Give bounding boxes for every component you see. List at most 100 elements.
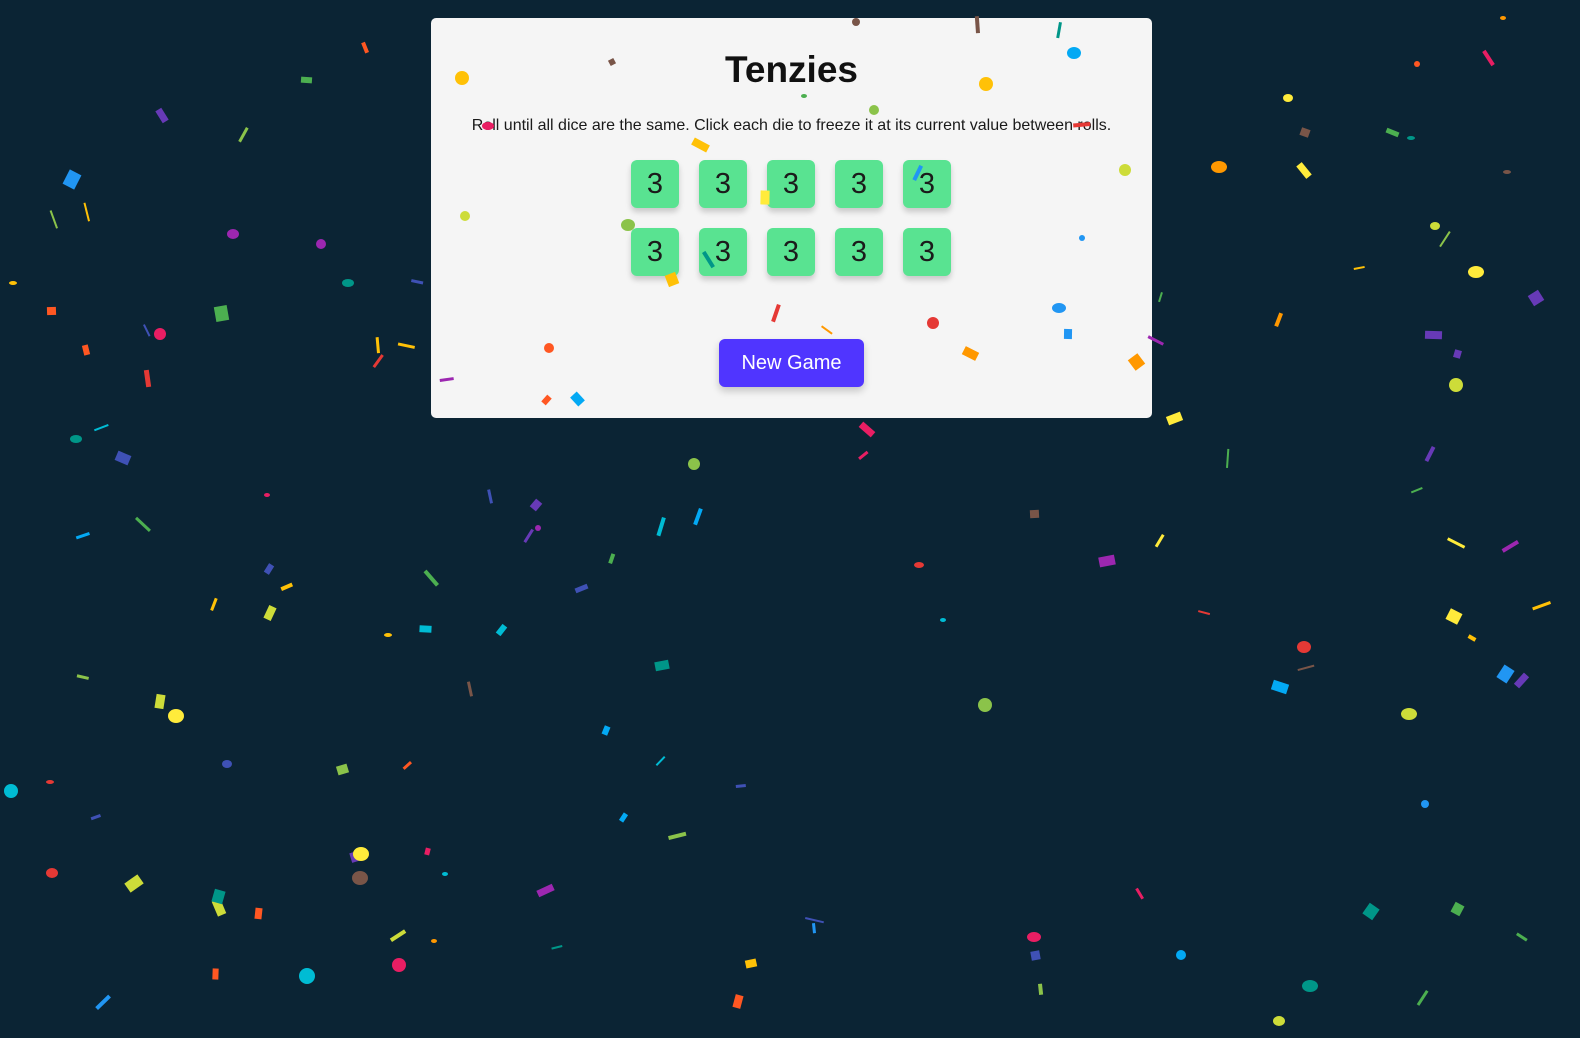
confetti-square [1098,554,1116,568]
confetti-streamer [1038,983,1044,995]
confetti-square [1299,127,1311,138]
confetti-square [654,659,670,672]
confetti-dot [1283,94,1293,102]
confetti-square [1453,349,1462,359]
confetti-streamer [210,597,218,611]
die-7[interactable]: 3 [699,228,747,276]
confetti-square [419,625,432,633]
confetti-square [349,850,363,863]
confetti-dot [1414,61,1420,67]
confetti-square [732,994,744,1009]
confetti-dot [1176,950,1186,960]
die-6[interactable]: 3 [631,228,679,276]
die-8[interactable]: 3 [767,228,815,276]
confetti-dot [154,328,166,340]
confetti-streamer [551,945,563,950]
confetti-square [263,604,277,622]
confetti-dot [1421,800,1429,808]
confetti-square [211,898,227,917]
confetti-square [1029,509,1040,519]
confetti-square [300,76,313,84]
die-1[interactable]: 3 [631,160,679,208]
confetti-square [1030,950,1041,961]
confetti-dot [431,939,437,943]
new-game-button[interactable]: New Game [719,339,864,387]
confetti-dot [70,435,82,443]
confetti-square [211,888,226,905]
die-9[interactable]: 3 [835,228,883,276]
confetti-square [536,883,555,898]
confetti-streamer [75,532,90,540]
confetti-dot [227,229,239,239]
confetti-square [212,968,219,980]
die-2[interactable]: 3 [699,160,747,208]
confetti-dot [1468,266,1484,278]
confetti-dot [1302,980,1318,992]
confetti-streamer [83,202,90,222]
confetti-square [1270,679,1290,695]
confetti-dot [384,633,392,637]
confetti-streamer [1135,887,1144,900]
confetti-square [1513,672,1530,689]
confetti-square [424,847,431,856]
confetti-dot [1027,932,1041,942]
confetti-square [46,306,57,316]
confetti-square [254,907,263,920]
confetti-streamer [858,450,869,460]
dice-grid: 3 3 3 3 3 3 3 3 3 3 [631,160,956,276]
confetti-dot [264,493,270,497]
tenzies-board: Tenzies Roll until all dice are the same… [431,18,1152,418]
confetti-streamer [1447,537,1466,549]
die-5[interactable]: 3 [903,160,951,208]
confetti-square [744,958,758,969]
confetti-dot [1273,1016,1285,1026]
confetti-streamer [93,424,109,432]
confetti-square [1467,634,1477,642]
confetti-dot [1211,161,1227,173]
confetti-streamer [735,783,746,789]
confetti-square [1445,608,1463,625]
confetti-streamer [523,528,534,543]
confetti-dot [353,847,369,861]
confetti-streamer [402,761,413,770]
confetti-square [155,107,169,124]
confetti-streamer [238,127,249,143]
confetti-dot [1407,136,1415,140]
confetti-streamer [143,324,151,337]
confetti-square [1496,664,1515,684]
confetti-square [1385,127,1400,138]
confetti-dot [1401,708,1417,720]
confetti-square [1362,902,1380,921]
die-3[interactable]: 3 [767,160,815,208]
confetti-streamer [135,516,151,532]
confetti-square [154,693,166,710]
confetti-dot [342,279,354,287]
confetti-square [1527,289,1545,307]
die-4[interactable]: 3 [835,160,883,208]
confetti-streamer [608,553,616,564]
confetti-square [263,563,275,575]
confetti-dot [1503,170,1511,174]
confetti-square [335,763,350,776]
confetti-streamer [805,917,824,924]
confetti-square [213,304,230,323]
confetti-streamer [95,994,111,1010]
confetti-dot [535,525,541,531]
confetti-streamer [76,674,90,680]
confetti-streamer [1501,540,1520,553]
confetti-streamer [90,814,102,821]
confetti-square [114,450,132,466]
die-10[interactable]: 3 [903,228,951,276]
confetti-streamer [466,681,473,697]
confetti-dot [688,458,700,470]
confetti-square [574,583,589,594]
game-instructions: Roll until all dice are the same. Click … [471,117,1112,134]
confetti-dot [978,698,992,712]
confetti-square [601,725,611,736]
confetti-dot [46,780,54,784]
confetti-square [1424,445,1436,463]
confetti-dot [392,958,406,972]
confetti-streamer [389,929,407,942]
confetti-square [1296,162,1312,179]
confetti-streamer [423,569,440,587]
